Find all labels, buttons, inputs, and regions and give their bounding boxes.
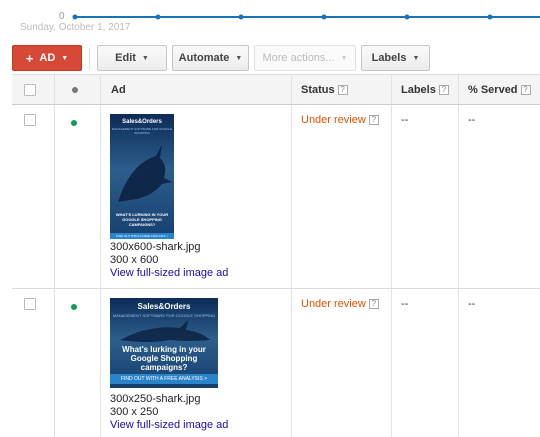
automate-label: Automate [178,52,230,64]
row-checkbox-cell [12,289,54,437]
more-actions-label: More actions... [262,52,335,64]
status-label: Under review [301,298,366,310]
header-ad[interactable]: Ad [100,75,291,104]
labels-value: -- [401,114,409,126]
status-cell: Under review? [291,105,391,288]
ad-headline: What's lurking in your Google Shopping c… [122,345,206,372]
table-header-row: Ad Status? Labels? % Served? [12,74,540,105]
table-row: Sales&Orders MANAGEMENT SOFTWARE FOR GOO… [12,289,540,437]
labels-button[interactable]: Labels ▼ [361,45,430,71]
ad-cell: Sales&Orders MANAGEMENT SOFTWARE FOR GOO… [100,289,291,437]
labels-label: Labels [371,52,407,64]
add-ad-label: AD [39,52,56,64]
ad-cta: FIND OUT WITH A FREE ANALYSIS > [110,233,174,239]
ad-headline: WHAT'S LURKING IN YOUR GOOGLE SHOPPING C… [115,212,169,227]
row-status-dot-cell [54,105,100,288]
help-icon[interactable]: ? [438,85,449,95]
chart-point [487,14,493,20]
caret-down-icon: ▼ [340,54,348,62]
table-row: Sales&Orders MANAGEMENT SOFTWARE FOR GOO… [12,105,540,289]
ad-info: 300x600-shark.jpg 300 x 600 View full-si… [110,241,228,280]
add-ad-button[interactable]: + AD ▼ [12,45,82,71]
caret-down-icon: ▼ [235,54,243,62]
performance-chart-strip: 0 Sunday, October 1, 2017 [0,0,540,36]
chart-point [238,14,244,20]
served-cell: -- [458,105,540,288]
enabled-dot-icon[interactable] [71,304,77,310]
status-cell: Under review? [291,289,391,437]
status-label: Under review [301,114,366,126]
labels-cell: -- [391,289,458,437]
ads-table: Ad Status? Labels? % Served? Sales&Order… [12,74,540,437]
chart-point [72,14,78,20]
labels-value: -- [401,298,409,310]
header-checkbox-cell [12,75,54,104]
header-served[interactable]: % Served? [458,75,540,104]
header-status-label: Status [301,84,335,96]
header-ad-label: Ad [111,84,126,96]
served-cell: -- [458,289,540,437]
ad-thumbnail[interactable]: Sales&Orders MANAGEMENT SOFTWARE FOR GOO… [110,114,174,239]
ad-filename: 300x250-shark.jpg [110,393,201,405]
ads-toolbar: + AD ▼ Edit ▼ Automate ▼ More actions...… [0,45,540,71]
ad-logo: Sales&Orders [137,302,191,311]
caret-down-icon: ▼ [412,54,420,62]
row-checkbox-cell [12,105,54,288]
served-value: -- [468,114,476,126]
more-actions-button[interactable]: More actions... ▼ [254,45,356,71]
chart-point [321,14,327,20]
ad-thumbnail[interactable]: Sales&Orders MANAGEMENT SOFTWARE FOR GOO… [110,298,218,388]
help-icon[interactable]: ? [337,85,348,95]
automate-button[interactable]: Automate ▼ [172,45,249,71]
header-status-dot-cell [54,75,100,104]
header-status[interactable]: Status? [291,75,391,104]
served-value: -- [468,298,476,310]
status-dot-icon [72,87,78,93]
row-status-dot-cell [54,289,100,437]
header-served-label: % Served [468,84,518,96]
caret-down-icon: ▼ [61,54,69,62]
view-full-image-link[interactable]: View full-sized image ad [110,267,228,280]
caret-down-icon: ▼ [141,54,149,62]
ad-filename: 300x600-shark.jpg [110,241,201,253]
ad-cell: Sales&Orders MANAGEMENT SOFTWARE FOR GOO… [100,105,291,288]
status-under-review: Under review? [301,114,379,126]
shark-image [120,320,210,342]
chart-zero-label: 0 [59,11,65,22]
header-labels[interactable]: Labels? [391,75,458,104]
ad-logo: Sales&Orders [122,119,162,125]
labels-cell: -- [391,105,458,288]
help-icon[interactable]: ? [520,85,531,95]
edit-button[interactable]: Edit ▼ [97,45,167,71]
select-all-checkbox[interactable] [24,84,36,96]
plus-icon: + [25,50,34,66]
ad-subtitle: MANAGEMENT SOFTWARE FOR GOOGLE SHOPPING [111,127,173,135]
toolbar-divider [89,48,90,70]
row-checkbox[interactable] [24,114,36,126]
header-labels-label: Labels [401,84,436,96]
help-icon[interactable]: ? [368,299,379,309]
chart-point [404,14,410,20]
ad-cta: FIND OUT WITH A FREE ANALYSIS > [110,374,218,384]
ad-info: 300x250-shark.jpg 300 x 250 View full-si… [110,393,228,432]
ad-size: 300 x 250 [110,406,159,418]
ad-size: 300 x 600 [110,254,159,266]
help-icon[interactable]: ? [368,115,379,125]
row-checkbox[interactable] [24,298,36,310]
status-under-review: Under review? [301,298,379,310]
view-full-image-link[interactable]: View full-sized image ad [110,419,228,432]
enabled-dot-icon[interactable] [71,120,77,126]
chart-line [72,14,540,20]
chart-point [155,14,161,20]
edit-label: Edit [115,52,136,64]
